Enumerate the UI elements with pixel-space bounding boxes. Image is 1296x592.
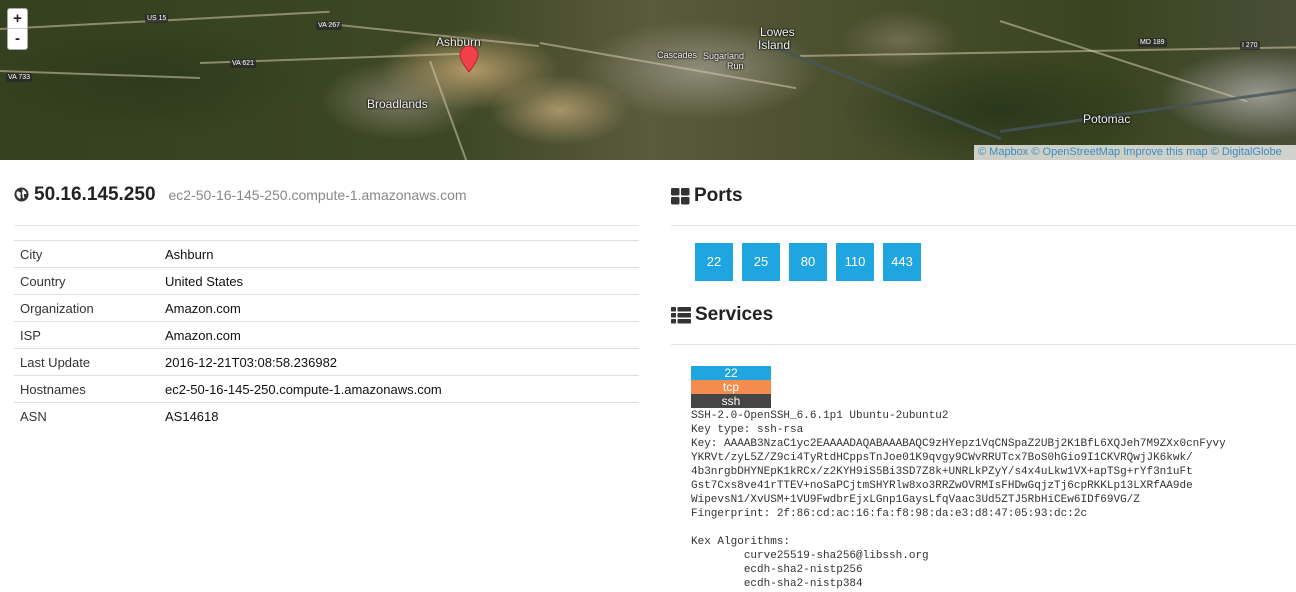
divider [671,344,1296,345]
service-protocol-tag: tcp [691,380,771,394]
table-row: ASN AS14618 [14,402,639,430]
divider [14,225,639,226]
host-header: 50.16.145.250 ec2-50-16-145-250.compute-… [14,184,639,208]
map-label-cascades: Cascades [657,50,698,60]
road-shield-md189: MD 189 [1138,38,1167,47]
table-row: Organization Amazon.com [14,294,639,322]
port-443-button[interactable]: 443 [883,243,921,281]
globe-icon [14,187,29,202]
ports-heading: Ports [671,184,1296,208]
attribution-improve-link[interactable]: Improve this map [1123,146,1207,158]
zoom-out-button[interactable]: - [8,29,27,49]
service-port-tag: 22 [691,366,771,380]
service-banner: SSH-2.0-OpenSSH_6.6.1p1 Ubuntu-2ubuntu2 … [691,410,1226,590]
map-label-potomac: Potomac [1083,112,1131,126]
map[interactable]: US 15 VA 267 VA 733 VA 621 MD 189 I 270 … [0,0,1296,160]
info-key-asn: ASN [14,402,159,430]
port-110-button[interactable]: 110 [836,243,874,281]
info-key-hostnames: Hostnames [14,375,159,403]
attribution-digitalglobe-link[interactable]: © DigitalGlobe [1211,146,1282,158]
attribution-mapbox-link[interactable]: © Mapbox [978,146,1028,158]
map-attribution: © Mapbox © OpenStreetMap Improve this ma… [974,145,1296,160]
ports-services-panel: Ports 22 25 80 110 443 Services 22 tcp s… [671,160,1296,591]
info-key-organization: Organization [14,294,159,322]
road-shield-us15: US 15 [145,14,169,23]
host-info-table: City Ashburn Country United States Organiz… [14,240,639,430]
table-row: Hostnames ec2-50-16-145-250.compute-1.ama… [14,375,639,403]
port-80-button[interactable]: 80 [789,243,827,281]
map-label-broadlands: Broadlands [367,97,428,111]
info-value-hostnames: ec2-50-16-145-250.compute-1.amazonaws.co… [159,375,639,403]
port-25-button[interactable]: 25 [742,243,780,281]
info-value-country: United States [159,267,639,295]
services-title: Services [695,304,774,325]
host-hostname: ec2-50-16-145-250.compute-1.amazonaws.co… [168,187,467,203]
table-row: ISP Amazon.com [14,321,639,349]
map-label-lowes: Lowes [760,25,795,39]
info-value-organization: Amazon.com [159,294,639,322]
info-value-last-update: 2016-12-21T03:08:58.236982 [159,348,639,376]
info-value-isp: Amazon.com [159,321,639,349]
road-shield-va267: VA 267 [316,21,343,30]
info-key-city: City [14,240,159,268]
road-shield-i270: I 270 [1240,41,1260,50]
table-row: City Ashburn [14,240,639,268]
divider [671,225,1296,226]
info-value-asn: AS14618 [159,402,639,430]
location-marker-icon[interactable] [459,45,479,73]
map-label-island: Island [758,38,791,52]
ports-title: Ports [694,185,743,206]
zoom-control: + - [7,8,28,50]
attribution-osm-link[interactable]: © OpenStreetMap [1031,146,1120,158]
road-shield-va733: VA 733 [6,73,33,82]
port-22-button[interactable]: 22 [695,243,733,281]
table-row: Last Update 2016-12-21T03:08:58.236982 [14,348,639,376]
info-key-country: Country [14,267,159,295]
th-large-icon [671,187,690,204]
info-key-last-update: Last Update [14,348,159,376]
ip-address: 50.16.145.250 [34,184,156,205]
info-key-isp: ISP [14,321,159,349]
map-label-run: Run [727,61,744,71]
services-heading: Services [671,303,1296,327]
road-shield-va621: VA 621 [230,59,257,68]
host-info-panel: 50.16.145.250 ec2-50-16-145-250.compute-… [14,160,639,430]
zoom-in-button[interactable]: + [8,9,27,29]
list-icon [671,306,691,323]
info-value-city: Ashburn [159,240,639,268]
service-name-tag: ssh [691,394,771,408]
map-label-sugarland: Sugarland [703,51,745,61]
table-row: Country United States [14,267,639,295]
service-tags: 22 tcp ssh [691,366,771,408]
port-list: 22 25 80 110 443 [695,243,1296,281]
